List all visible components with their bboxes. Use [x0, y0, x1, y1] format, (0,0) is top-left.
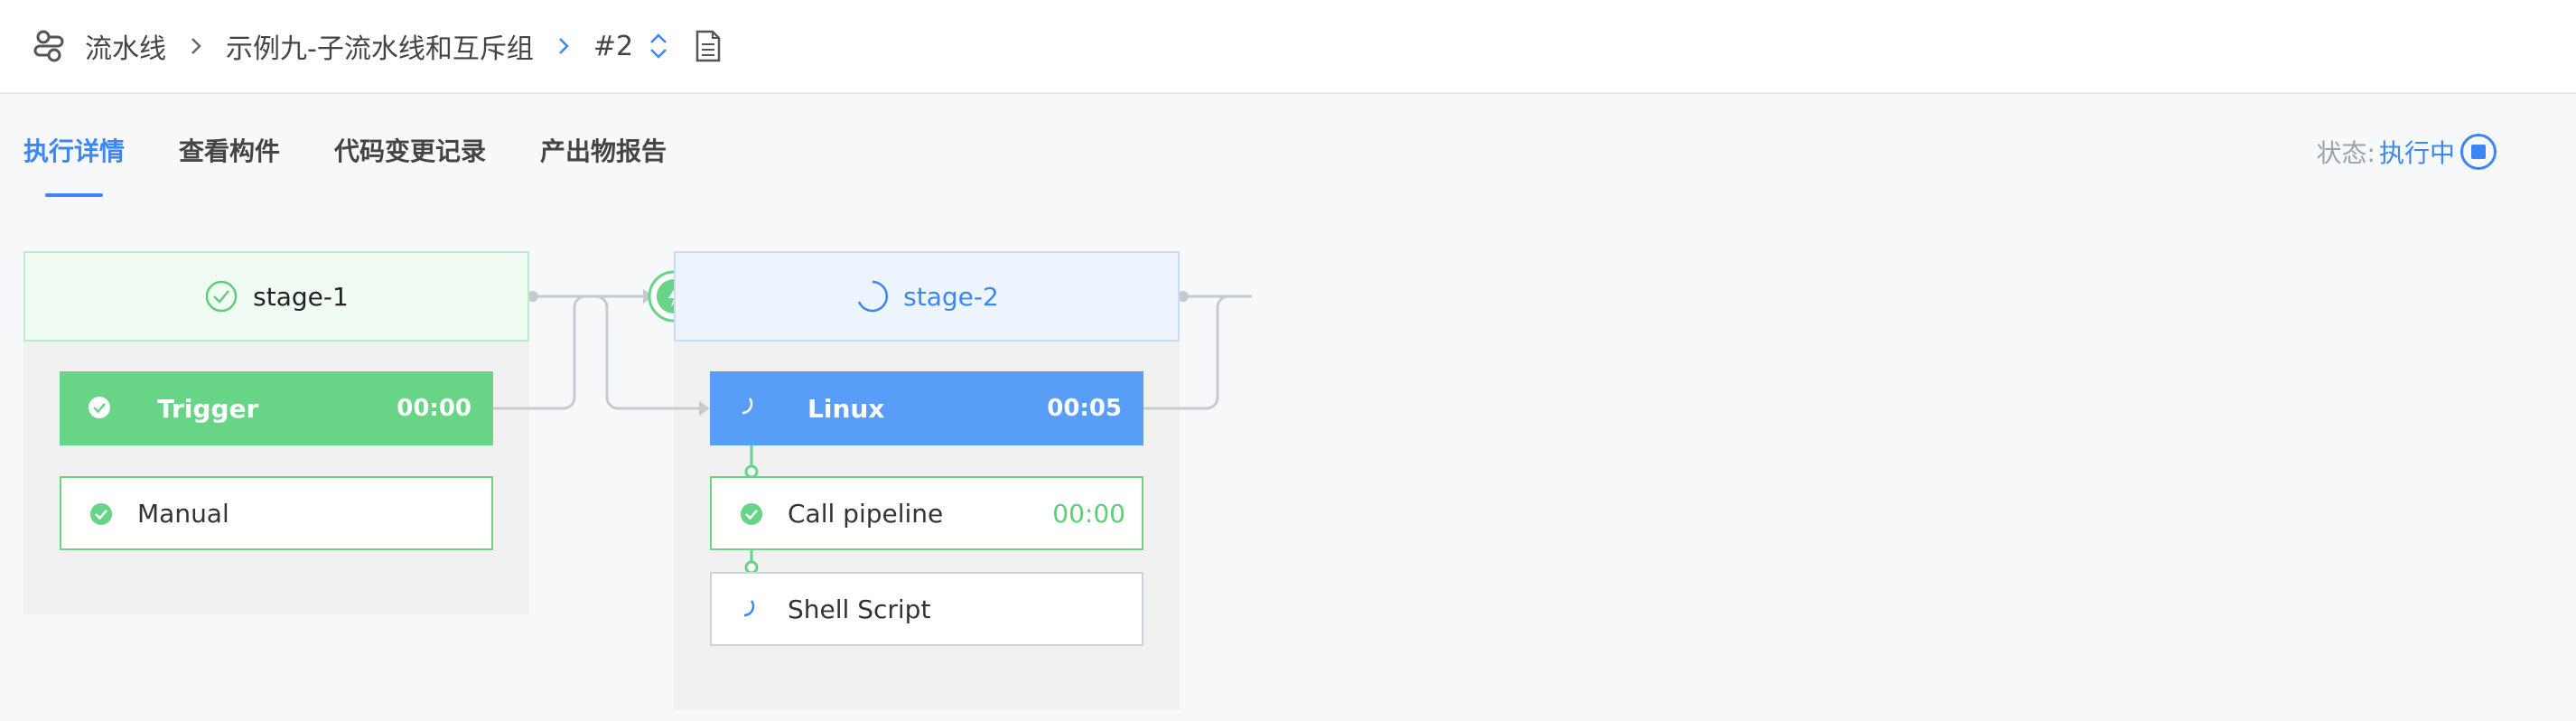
- build-status: 状态: 执行中: [2317, 134, 2497, 170]
- check-circle-icon: [204, 278, 240, 314]
- job-linux[interactable]: Linux 00:05: [710, 371, 1143, 445]
- stage-2-header[interactable]: stage-2: [674, 251, 1180, 342]
- job-trigger[interactable]: Trigger 00:00: [60, 371, 493, 445]
- task-name: Shell Script: [788, 594, 931, 624]
- stop-icon: [2471, 145, 2486, 159]
- job-duration: 00:00: [397, 395, 471, 422]
- job-name: Trigger: [157, 393, 259, 424]
- task-call-pipeline[interactable]: Call pipeline 00:00: [710, 476, 1143, 550]
- job-duration: 00:05: [1047, 395, 1122, 422]
- status-label: 状态:: [2316, 138, 2375, 168]
- task-name: Manual: [137, 498, 229, 529]
- stage-2-name: stage-2: [903, 281, 999, 312]
- task-manual[interactable]: Manual: [60, 476, 493, 550]
- spinner-icon: [737, 394, 764, 421]
- task-name: Call pipeline: [788, 498, 944, 529]
- check-circle-icon: [739, 501, 766, 528]
- job-name: Linux: [807, 393, 885, 424]
- stage-1-header[interactable]: stage-1: [23, 251, 529, 342]
- check-circle-icon: [87, 394, 114, 421]
- task-duration: 00:00: [1052, 498, 1125, 529]
- task-shell-script[interactable]: Shell Script: [710, 572, 1143, 646]
- spinner-icon: [854, 278, 891, 314]
- stop-button[interactable]: [2460, 134, 2497, 170]
- spinner-icon: [739, 596, 766, 623]
- check-circle-icon: [89, 501, 116, 528]
- stage-1-name: stage-1: [253, 281, 349, 312]
- status-value: 执行中: [2378, 138, 2455, 168]
